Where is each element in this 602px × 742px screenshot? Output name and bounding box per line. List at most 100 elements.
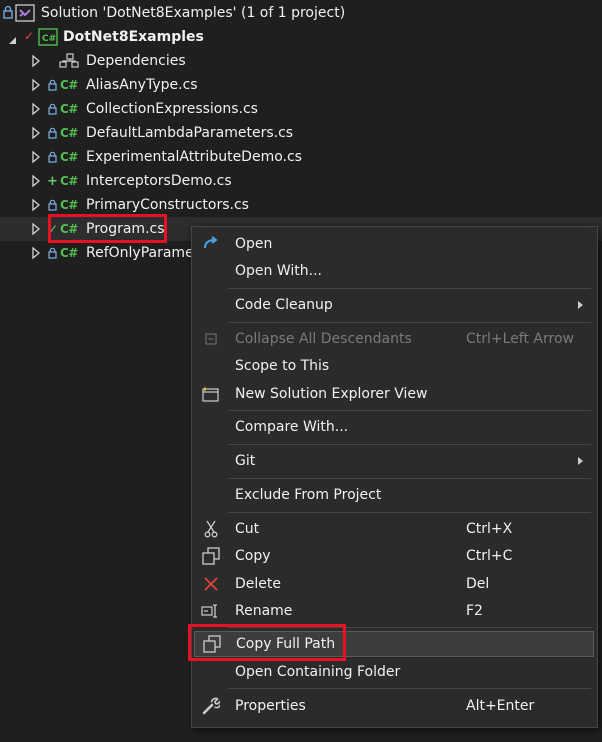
menu-item-rename[interactable]: Rename F2 <box>192 598 597 624</box>
menu-item-open-folder[interactable]: Open Containing Folder <box>192 659 597 685</box>
csharp-file-icon: C# <box>60 246 78 260</box>
menu-label: Cut <box>235 521 260 537</box>
collapsed-arrow-icon[interactable] <box>32 222 41 239</box>
submenu-arrow-icon <box>578 301 583 309</box>
csharp-file-icon: C# <box>60 198 78 212</box>
file-label: InterceptorsDemo.cs <box>86 173 232 189</box>
file-row[interactable]: + C# InterceptorsDemo.cs <box>0 169 602 193</box>
menu-label: Copy <box>235 548 271 564</box>
collapsed-arrow-icon[interactable] <box>32 78 41 95</box>
menu-label: Exclude From Project <box>235 487 382 503</box>
svg-text:C#: C# <box>42 34 56 44</box>
dependencies-icon <box>58 53 80 73</box>
solution-icon <box>15 4 35 26</box>
file-label: RefOnlyParamet <box>86 245 200 261</box>
lock-icon <box>48 247 57 263</box>
menu-shortcut: Ctrl+X <box>466 521 513 537</box>
menu-item-scope-to-this[interactable]: Scope to This <box>192 353 597 379</box>
menu-label: Git <box>235 453 256 469</box>
menu-separator <box>228 478 591 479</box>
menu-item-open-with[interactable]: Open With... <box>192 258 597 284</box>
menu-item-cut[interactable]: Cut Ctrl+X <box>192 516 597 542</box>
menu-shortcut: Ctrl+C <box>466 548 513 564</box>
rename-icon <box>200 600 222 622</box>
menu-label: Rename <box>235 603 293 619</box>
plus-icon: + <box>47 173 58 189</box>
menu-separator <box>228 512 591 513</box>
collapsed-arrow-icon[interactable] <box>32 126 41 143</box>
collapsed-arrow-icon[interactable] <box>32 198 41 215</box>
solution-label: Solution 'DotNet8Examples' (1 of 1 proje… <box>41 5 346 21</box>
csharp-file-icon: C# <box>60 150 78 164</box>
menu-item-compare-with[interactable]: Compare With... <box>192 414 597 440</box>
csharp-file-icon: C# <box>60 102 78 116</box>
menu-label: Code Cleanup <box>235 297 333 313</box>
lock-icon <box>48 103 57 119</box>
scissors-icon <box>200 518 222 540</box>
file-label: CollectionExpressions.cs <box>86 101 258 117</box>
menu-label: Properties <box>235 698 306 714</box>
dependencies-row[interactable]: Dependencies <box>0 49 602 73</box>
menu-item-open[interactable]: Open <box>192 231 597 257</box>
menu-shortcut: Del <box>466 576 490 592</box>
open-arrow-icon <box>200 233 222 255</box>
menu-item-exclude[interactable]: Exclude From Project <box>192 482 597 508</box>
file-label: PrimaryConstructors.cs <box>86 197 249 213</box>
collapsed-arrow-icon[interactable] <box>32 174 41 191</box>
dependencies-label: Dependencies <box>86 53 186 69</box>
menu-separator <box>228 288 591 289</box>
delete-x-icon <box>200 573 222 595</box>
file-label: ExperimentalAttributeDemo.cs <box>86 149 302 165</box>
copy-full-path-highlight-box <box>188 624 346 661</box>
collapsed-arrow-icon[interactable] <box>32 246 41 263</box>
menu-label: New Solution Explorer View <box>235 386 428 402</box>
collapsed-arrow-icon[interactable] <box>32 102 41 119</box>
menu-label: Open With... <box>235 263 322 279</box>
menu-item-copy[interactable]: Copy Ctrl+C <box>192 543 597 569</box>
project-row[interactable]: ✓ C# DotNet8Examples <box>0 25 602 49</box>
csharp-file-icon: C# <box>60 126 78 140</box>
menu-label: Compare With... <box>235 419 349 435</box>
menu-separator <box>228 444 591 445</box>
project-label: DotNet8Examples <box>63 29 204 45</box>
menu-separator <box>228 322 591 323</box>
menu-shortcut: Ctrl+Left Arrow <box>466 331 574 347</box>
file-label: AliasAnyType.cs <box>86 77 198 93</box>
expanded-arrow-icon[interactable] <box>8 33 17 49</box>
lock-icon <box>3 5 13 23</box>
menu-item-delete[interactable]: Delete Del <box>192 571 597 597</box>
menu-label: Collapse All Descendants <box>235 331 412 347</box>
menu-item-new-view[interactable]: New Solution Explorer View <box>192 381 597 407</box>
menu-item-properties[interactable]: Properties Alt+Enter <box>192 693 597 719</box>
menu-item-code-cleanup[interactable]: Code Cleanup <box>192 292 597 318</box>
menu-label: Open <box>235 236 273 252</box>
menu-label: Delete <box>235 576 281 592</box>
lock-icon <box>48 199 57 215</box>
file-row[interactable]: C# CollectionExpressions.cs <box>0 97 602 121</box>
csharp-file-icon: C# <box>60 174 78 188</box>
menu-separator <box>228 410 591 411</box>
submenu-arrow-icon <box>578 457 583 465</box>
lock-icon <box>48 79 57 95</box>
menu-item-collapse-all[interactable]: Collapse All Descendants Ctrl+Left Arrow <box>192 326 597 352</box>
menu-shortcut: F2 <box>466 603 483 619</box>
collapsed-arrow-icon[interactable] <box>32 54 41 71</box>
program-highlight-box <box>48 214 167 243</box>
file-row[interactable]: C# ExperimentalAttributeDemo.cs <box>0 145 602 169</box>
file-row[interactable]: C# DefaultLambdaParameters.cs <box>0 121 602 145</box>
collapse-icon <box>200 328 222 350</box>
file-label: DefaultLambdaParameters.cs <box>86 125 294 141</box>
solution-row[interactable]: Solution 'DotNet8Examples' (1 of 1 proje… <box>0 1 602 25</box>
check-icon: ✓ <box>24 29 35 43</box>
menu-label: Scope to This <box>235 358 330 374</box>
menu-separator <box>228 688 591 689</box>
menu-label: Open Containing Folder <box>235 664 401 680</box>
file-row[interactable]: C# AliasAnyType.cs <box>0 73 602 97</box>
menu-item-git[interactable]: Git <box>192 448 597 474</box>
menu-shortcut: Alt+Enter <box>466 698 535 714</box>
wrench-icon <box>200 695 222 717</box>
copy-icon <box>200 545 222 567</box>
collapsed-arrow-icon[interactable] <box>32 150 41 167</box>
csharp-file-icon: C# <box>60 78 78 92</box>
lock-icon <box>48 127 57 143</box>
